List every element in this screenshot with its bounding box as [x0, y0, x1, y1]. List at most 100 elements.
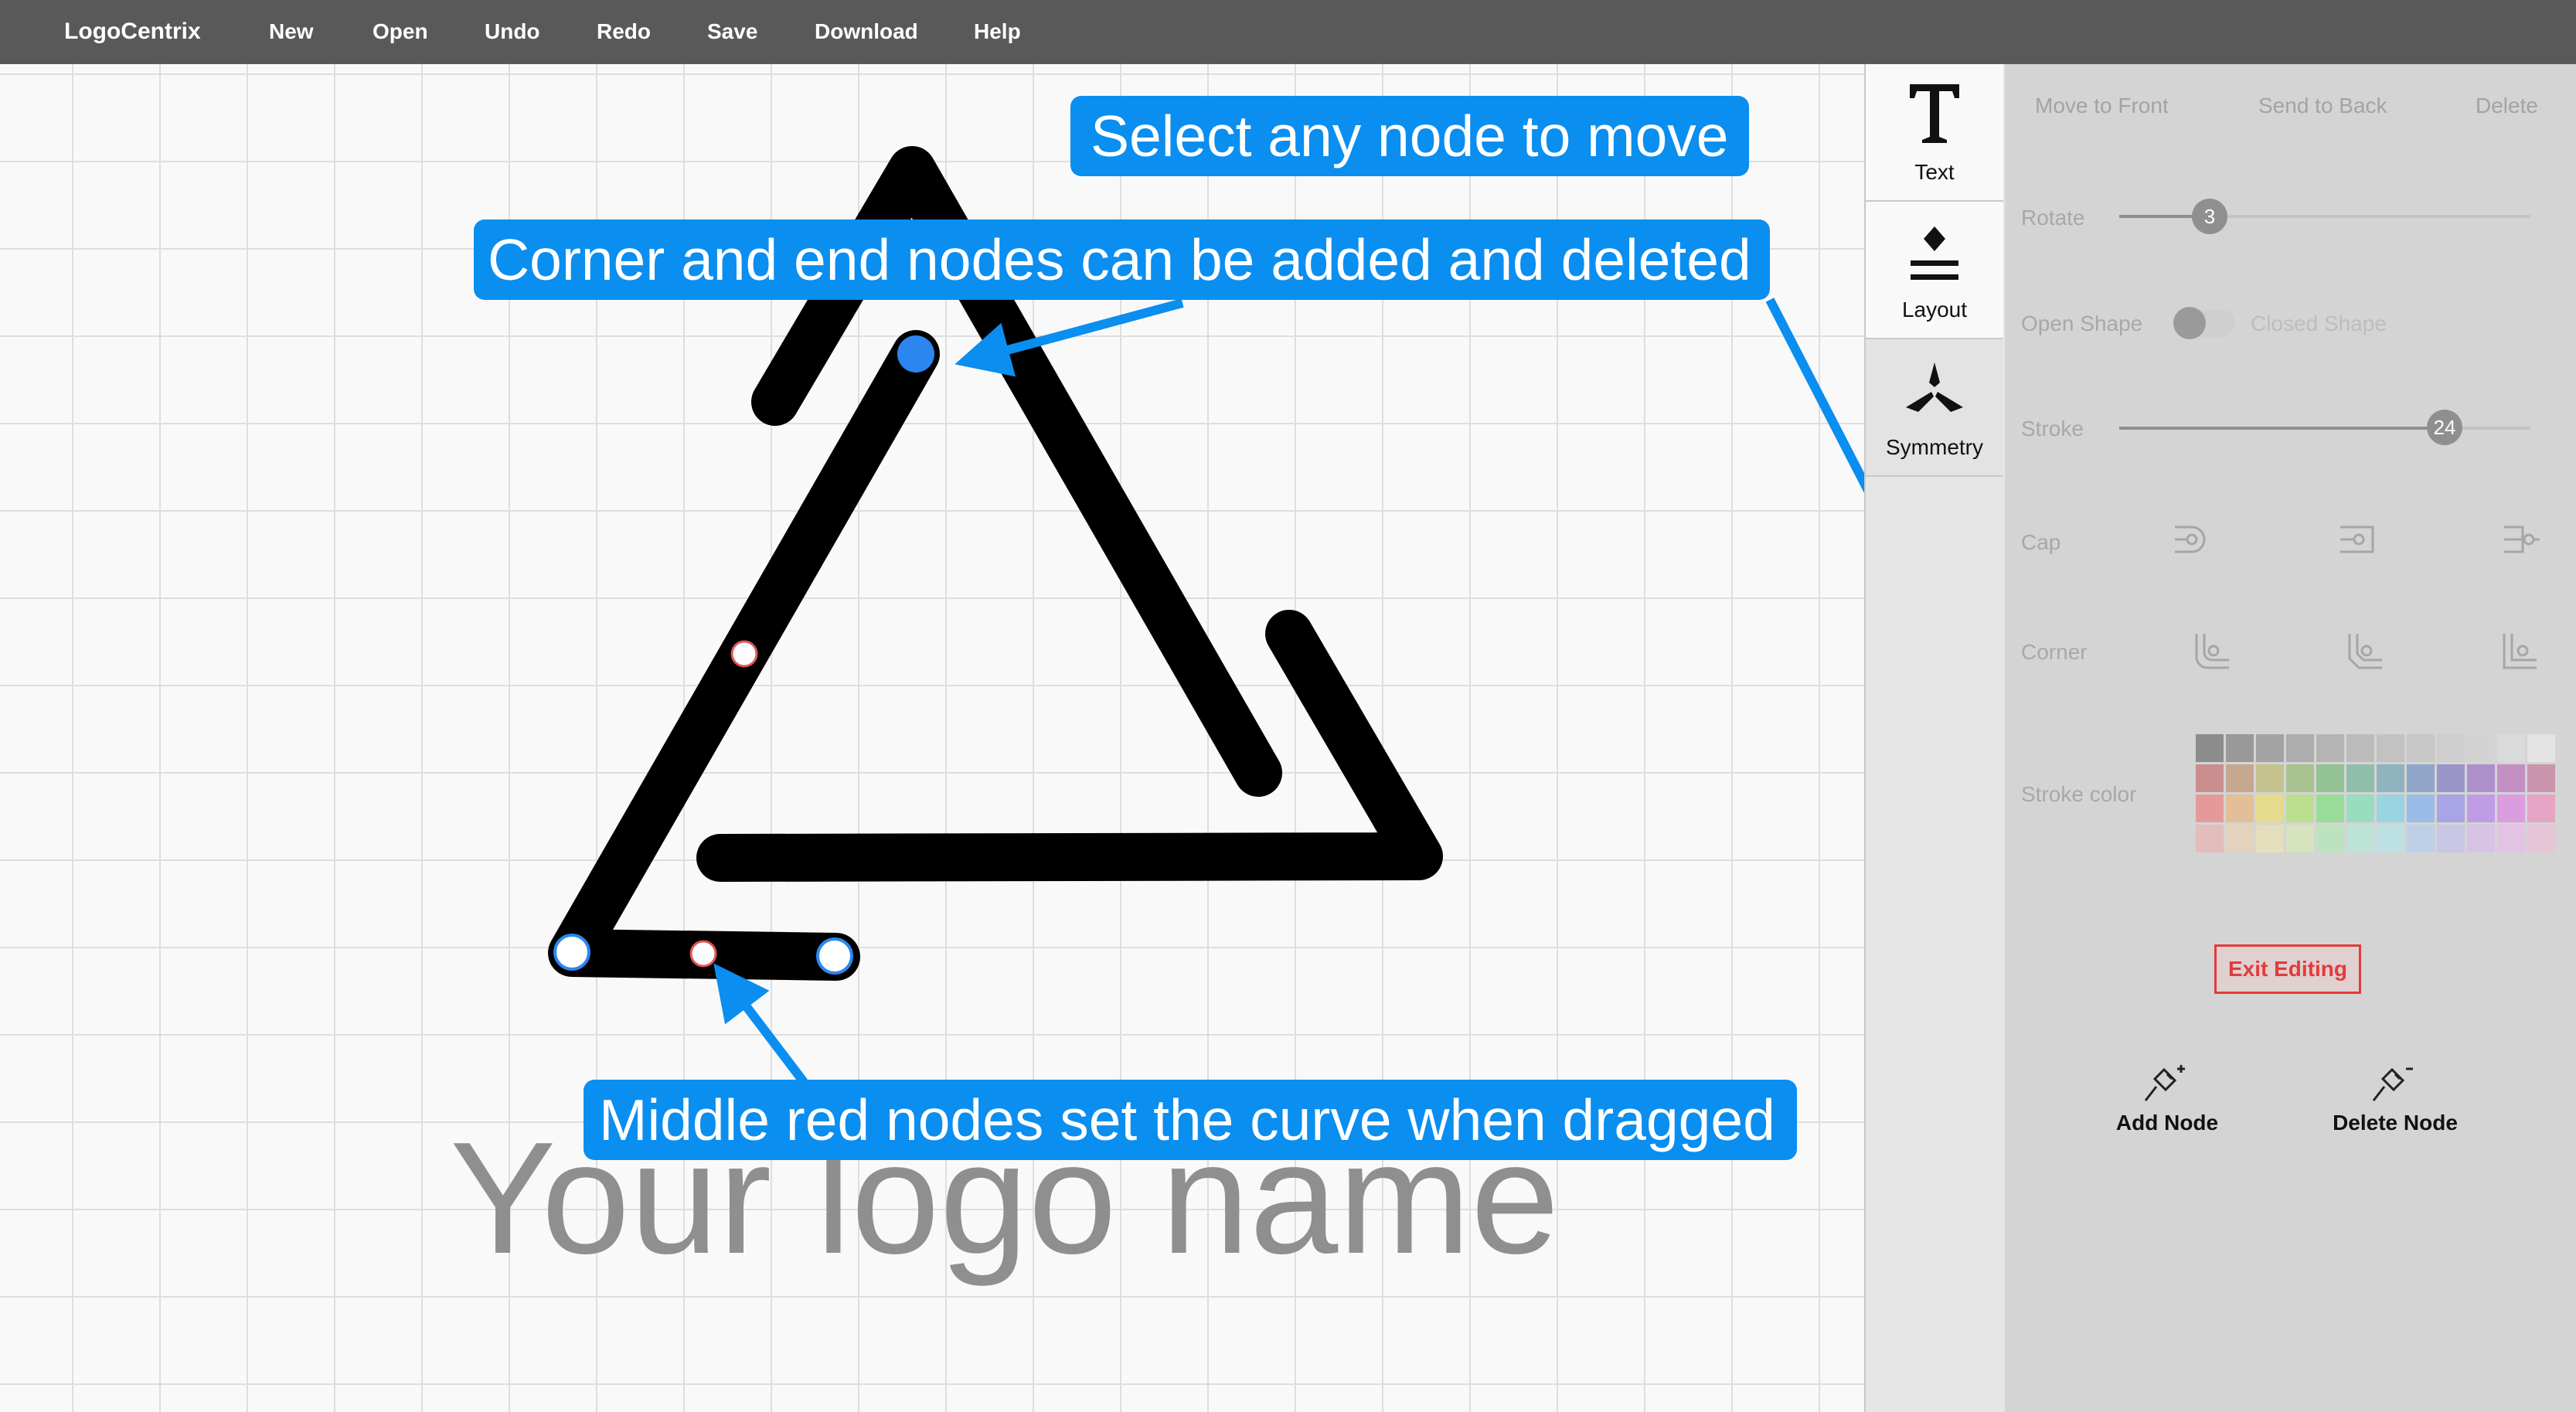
color-swatch[interactable]	[2256, 794, 2284, 822]
menu-bar: LogoCentrix New Open Undo Redo Save Down…	[0, 0, 2576, 64]
color-swatch[interactable]	[2256, 764, 2284, 792]
corner-round-icon[interactable]	[2192, 631, 2232, 671]
color-swatch[interactable]	[2527, 825, 2555, 852]
color-swatch[interactable]	[2256, 734, 2284, 762]
color-swatch[interactable]	[2467, 794, 2495, 822]
end-node[interactable]	[816, 937, 853, 975]
toggle-knob	[2173, 307, 2206, 339]
corner-miter-icon[interactable]	[2499, 631, 2540, 671]
color-swatch[interactable]	[2407, 825, 2435, 852]
stroke-slider-fill	[2119, 427, 2444, 430]
menu-open[interactable]: Open	[373, 19, 428, 45]
tool-text-label: Text	[1914, 160, 1955, 184]
delete-node-icon	[2372, 1067, 2413, 1101]
brand-logo: LogoCentrix	[64, 19, 201, 44]
send-to-back-button[interactable]: Send to Back	[2258, 94, 2387, 118]
exit-editing-button[interactable]: Exit Editing	[2214, 944, 2361, 994]
add-node-icon	[2144, 1065, 2185, 1101]
color-swatch[interactable]	[2256, 825, 2284, 852]
rotate-slider-thumb[interactable]: 3	[2192, 199, 2227, 234]
color-swatch[interactable]	[2316, 734, 2344, 762]
text-tool-icon	[1910, 84, 1959, 143]
menu-new[interactable]: New	[269, 19, 314, 45]
curve-node[interactable]	[689, 940, 717, 968]
color-swatch[interactable]	[2346, 764, 2374, 792]
tool-layout[interactable]: Layout	[1866, 202, 2003, 339]
color-swatch[interactable]	[2346, 794, 2374, 822]
selected-node[interactable]	[897, 335, 934, 373]
color-swatch[interactable]	[2437, 825, 2465, 852]
tool-sidebar: Text Layout Symmetry	[1864, 64, 2006, 1412]
color-swatch[interactable]	[2407, 764, 2435, 792]
cap-square-icon[interactable]	[2337, 519, 2377, 560]
color-swatch[interactable]	[2527, 764, 2555, 792]
tool-text[interactable]: Text	[1866, 64, 2003, 202]
color-swatch[interactable]	[2316, 794, 2344, 822]
corner-label: Corner	[2021, 640, 2088, 664]
color-swatch[interactable]	[2437, 734, 2465, 762]
color-swatch[interactable]	[2346, 825, 2374, 852]
color-swatch[interactable]	[2527, 734, 2555, 762]
color-swatch[interactable]	[2527, 794, 2555, 822]
move-to-front-button[interactable]: Move to Front	[2035, 94, 2169, 118]
menu-redo[interactable]: Redo	[597, 19, 651, 45]
color-swatch[interactable]	[2226, 764, 2254, 792]
corner-node[interactable]	[553, 934, 590, 971]
stroke-color-label: Stroke color	[2021, 782, 2137, 806]
callout-select-node: Select any node to move	[1070, 96, 1749, 176]
color-swatch[interactable]	[2196, 794, 2224, 822]
color-swatch[interactable]	[2497, 794, 2525, 822]
stroke-color-palette	[2196, 734, 2555, 852]
callout-middle-nodes: Middle red nodes set the curve when drag…	[584, 1080, 1797, 1160]
color-swatch[interactable]	[2377, 764, 2404, 792]
add-node-button[interactable]: Add Node	[2105, 1053, 2229, 1135]
menu-download[interactable]: Download	[815, 19, 918, 45]
color-swatch[interactable]	[2377, 825, 2404, 852]
color-swatch[interactable]	[2286, 734, 2314, 762]
color-swatch[interactable]	[2196, 825, 2224, 852]
curve-node[interactable]	[730, 640, 758, 668]
open-shape-label: Open Shape	[2021, 311, 2143, 335]
color-swatch[interactable]	[2377, 794, 2404, 822]
color-swatch[interactable]	[2286, 764, 2314, 792]
color-swatch[interactable]	[2316, 825, 2344, 852]
stroke-slider-thumb[interactable]: 24	[2427, 410, 2462, 445]
color-swatch[interactable]	[2316, 764, 2344, 792]
color-swatch[interactable]	[2407, 794, 2435, 822]
layout-tool-icon	[1911, 226, 1958, 280]
color-swatch[interactable]	[2497, 825, 2525, 852]
tool-symmetry[interactable]: Symmetry	[1866, 339, 2003, 477]
color-swatch[interactable]	[2377, 734, 2404, 762]
color-swatch[interactable]	[2467, 734, 2495, 762]
color-swatch[interactable]	[2226, 825, 2254, 852]
cap-round-icon[interactable]	[2172, 519, 2212, 560]
add-node-label: Add Node	[2115, 1111, 2219, 1135]
cap-label: Cap	[2021, 530, 2061, 554]
menu-help[interactable]: Help	[974, 19, 1021, 45]
cap-butt-icon[interactable]	[2501, 519, 2541, 560]
delete-node-button[interactable]: Delete Node	[2322, 1053, 2469, 1135]
color-swatch[interactable]	[2437, 764, 2465, 792]
closed-shape-label: Closed Shape	[2251, 311, 2387, 335]
color-swatch[interactable]	[2407, 734, 2435, 762]
color-swatch[interactable]	[2497, 734, 2525, 762]
color-swatch[interactable]	[2226, 734, 2254, 762]
color-swatch[interactable]	[2196, 764, 2224, 792]
color-swatch[interactable]	[2497, 764, 2525, 792]
corner-bevel-icon[interactable]	[2345, 631, 2385, 671]
shape-path-right	[696, 610, 1443, 882]
menu-undo[interactable]: Undo	[485, 19, 540, 45]
menu-save[interactable]: Save	[707, 19, 757, 45]
color-swatch[interactable]	[2196, 734, 2224, 762]
color-swatch[interactable]	[2346, 734, 2374, 762]
color-swatch[interactable]	[2286, 794, 2314, 822]
color-swatch[interactable]	[2286, 825, 2314, 852]
color-swatch[interactable]	[2467, 764, 2495, 792]
color-swatch[interactable]	[2226, 794, 2254, 822]
rotate-label: Rotate	[2021, 206, 2085, 230]
color-swatch[interactable]	[2467, 825, 2495, 852]
shape-closed-toggle[interactable]	[2173, 307, 2235, 339]
delete-node-label: Delete Node	[2333, 1111, 2458, 1135]
delete-button[interactable]: Delete	[2476, 94, 2538, 118]
color-swatch[interactable]	[2437, 794, 2465, 822]
